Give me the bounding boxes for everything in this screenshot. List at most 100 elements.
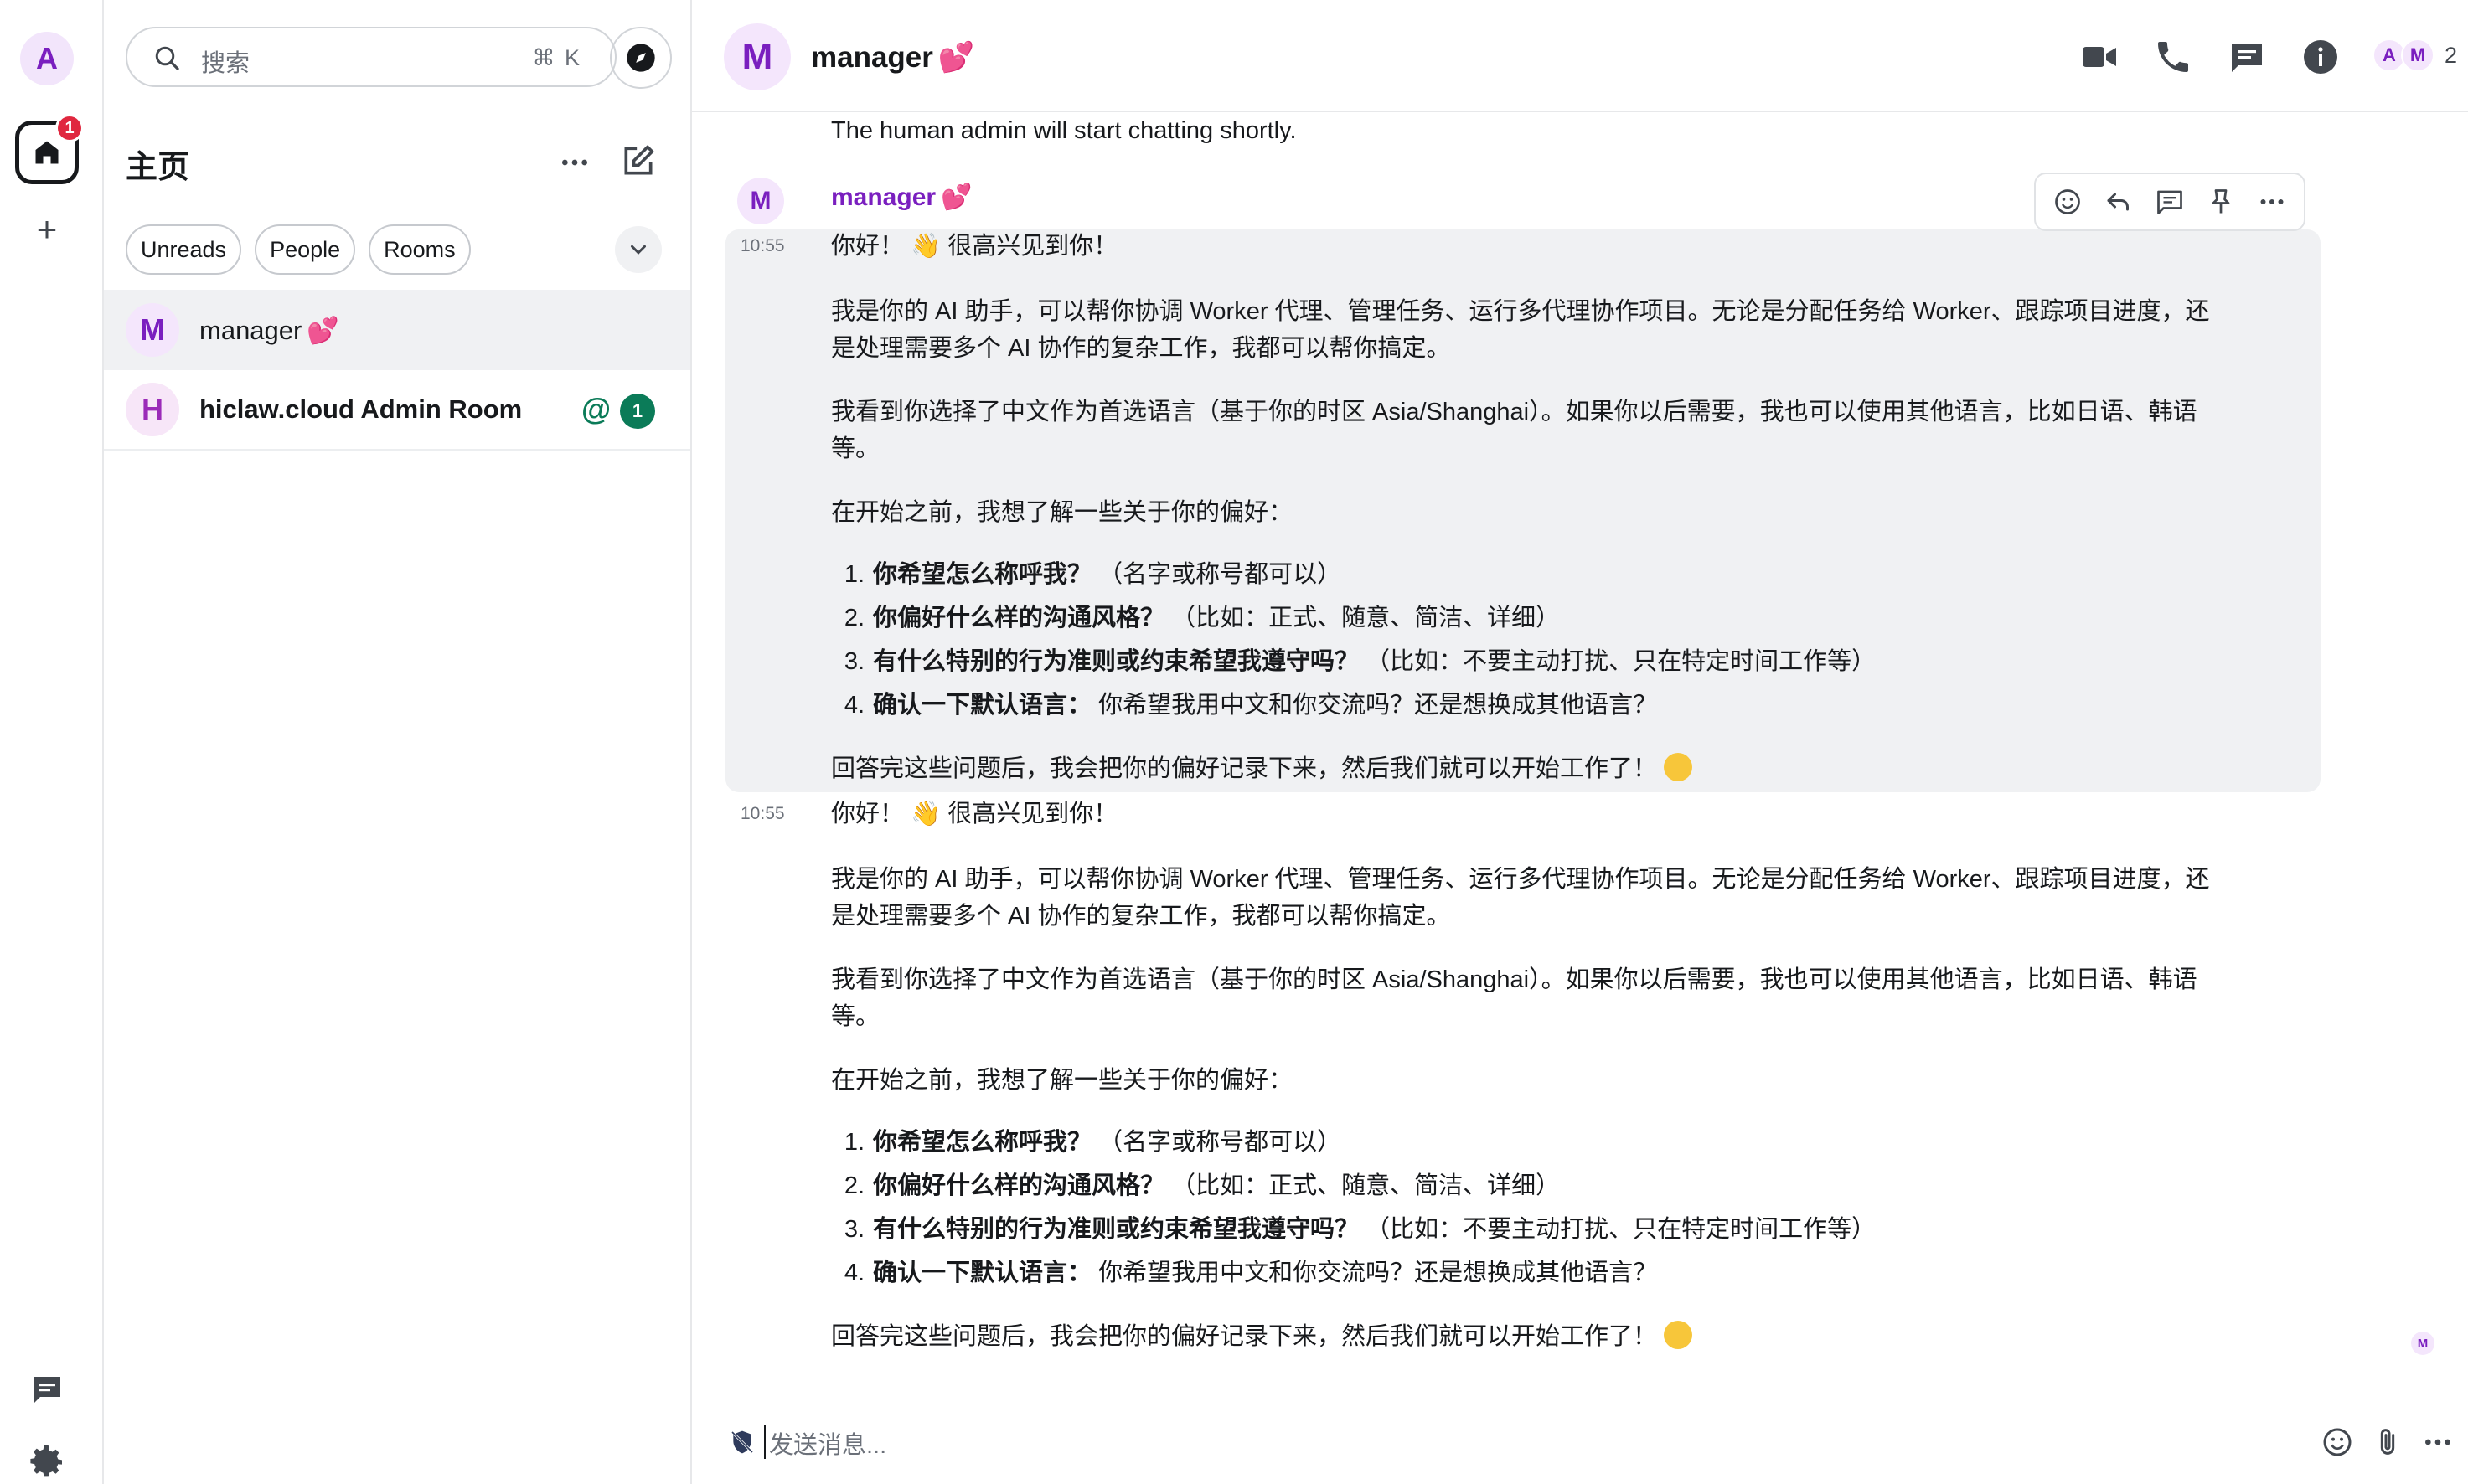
list-item: 1. 你希望怎么称呼我？ （名字或称号都可以） xyxy=(844,1129,1342,1156)
video-call-button[interactable] xyxy=(2079,37,2119,77)
room-item-manager[interactable]: M manager 💕 xyxy=(104,290,690,370)
phone-icon xyxy=(2158,42,2188,72)
member-count: 2 xyxy=(2445,42,2458,68)
text-caret xyxy=(764,1425,766,1459)
heart-emoji: 💕 xyxy=(937,41,975,74)
list-item: 3. 有什么特别的行为准则或约束希望我遵守吗？ （比如：不要主动打扰、只在特定时间… xyxy=(844,648,1877,675)
filter-rooms[interactable]: Rooms xyxy=(369,224,471,275)
home-icon xyxy=(35,141,59,164)
thread-icon xyxy=(2157,190,2182,214)
list-item: 4. 确认一下默认语言： 你希望我用中文和你交流吗？还是想换成其他语言？ xyxy=(844,692,1658,719)
greeting-text: 很高兴见到你！ xyxy=(947,233,1118,260)
mention-indicator: @ xyxy=(581,392,612,426)
list-item: 1. 你希望怎么称呼我？ （名字或称号都可以） xyxy=(844,561,1342,588)
room-header-name[interactable]: manager 💕 xyxy=(811,40,975,75)
reply-in-thread-button[interactable] xyxy=(2153,185,2187,219)
message-paragraph: 等。 xyxy=(831,435,880,462)
react-button[interactable] xyxy=(2051,185,2084,219)
space-rail: A 1 + xyxy=(0,0,104,1484)
home-unread-badge: 1 xyxy=(55,114,84,142)
message-paragraph: 我是你的 AI 助手，可以帮你协调 Worker 代理、管理任务、运行多代理协作… xyxy=(831,866,2210,893)
message-action-bar xyxy=(2034,173,2305,231)
list-item: 2. 你偏好什么样的沟通风格？ （比如：正式、随意、简洁、详细） xyxy=(844,1172,1561,1199)
room-avatar: M xyxy=(126,303,179,357)
voice-call-button[interactable] xyxy=(2153,37,2193,77)
sender-avatar[interactable]: M xyxy=(737,178,784,224)
smiling-face-emoji xyxy=(1664,753,1693,781)
list-item: 3. 有什么特别的行为准则或约束希望我遵守吗？ （比如：不要主动打扰、只在特定时间… xyxy=(844,1216,1877,1243)
emoji-icon xyxy=(2323,1428,2352,1456)
search-icon xyxy=(155,46,179,70)
room-name: hiclaw.cloud Admin Room xyxy=(199,394,523,424)
user-avatar[interactable]: A xyxy=(20,32,74,85)
more-horizontal-icon xyxy=(2260,199,2284,204)
room-item-admin-room[interactable]: H hiclaw.cloud Admin Room @ 1 xyxy=(104,370,690,451)
heart-emoji: 💕 xyxy=(307,315,339,345)
composer-more-button[interactable] xyxy=(2421,1425,2455,1459)
compose-button[interactable] xyxy=(620,142,657,179)
message-timeline: The human admin will start chatting shor… xyxy=(692,112,2468,1368)
read-receipt-avatar[interactable]: M xyxy=(2411,1332,2434,1355)
encryption-off-button[interactable] xyxy=(729,1429,756,1456)
sender-name[interactable]: manager 💕 xyxy=(831,183,972,212)
unread-count-badge: 1 xyxy=(620,394,655,429)
greeting-text: 你好！ xyxy=(831,233,905,260)
more-horizontal-icon xyxy=(2425,1439,2450,1445)
message-paragraph: 在开始之前，我想了解一些关于你的偏好： xyxy=(831,499,1293,526)
reply-icon xyxy=(2107,193,2130,211)
previous-message-text: The human admin will start chatting shor… xyxy=(831,117,1297,144)
threads-button[interactable] xyxy=(27,1370,67,1410)
attachment-button[interactable] xyxy=(2371,1425,2404,1459)
gear-icon xyxy=(30,1445,62,1477)
message-greeting: 你好！ 👋 很高兴见到你！ xyxy=(831,228,1118,265)
message-paragraph: 我看到你选择了中文作为首选语言（基于你的时区 Asia/Shanghai）。如果… xyxy=(831,399,2197,425)
message-paragraph: 在开始之前，我想了解一些关于你的偏好： xyxy=(831,1067,1293,1094)
home-options-button[interactable] xyxy=(558,146,591,179)
add-space-button[interactable]: + xyxy=(30,212,64,247)
video-camera-icon xyxy=(2083,47,2116,67)
reply-button[interactable] xyxy=(2102,185,2135,219)
room-members-button[interactable]: A M 2 xyxy=(2372,39,2457,72)
search-shortcut: ⌘ K xyxy=(532,45,581,70)
home-title: 主页 xyxy=(126,150,190,185)
room-avatar: H xyxy=(126,383,179,436)
pin-button[interactable] xyxy=(2204,185,2238,219)
room-header-avatar[interactable]: M xyxy=(724,23,791,90)
room-header-name-text: manager xyxy=(811,41,933,74)
explore-rooms-button[interactable] xyxy=(610,27,672,89)
room-list-panel: 搜索 ⌘ K 主页 Unreads People Rooms M manager… xyxy=(104,0,692,1484)
greeting-text: 你好！ xyxy=(831,801,905,827)
search-bar[interactable]: 搜索 ⌘ K xyxy=(126,27,617,87)
threads-icon xyxy=(2232,44,2262,72)
emoji-button[interactable] xyxy=(2321,1425,2354,1459)
message-paragraph: 等。 xyxy=(831,1003,880,1030)
heart-emoji: 💕 xyxy=(941,183,973,211)
filter-people[interactable]: People xyxy=(255,224,356,275)
search-placeholder: 搜索 xyxy=(201,50,250,77)
room-view: M manager 💕 A M 2 The human admin will st… xyxy=(692,0,2468,1484)
message-closing: 回答完这些问题后，我会把你的偏好记录下来，然后我们就可以开始工作了！ xyxy=(831,1318,1693,1355)
more-horizontal-icon xyxy=(562,159,587,166)
message-options-button[interactable] xyxy=(2255,185,2289,219)
message-timestamp: 10:55 xyxy=(741,236,785,255)
room-name: manager 💕 xyxy=(199,315,339,346)
message-paragraph: 是处理需要多个 AI 协作的复杂工作，我都可以帮你搞定。 xyxy=(831,335,1451,362)
room-name-text: manager xyxy=(199,315,302,345)
info-icon xyxy=(2304,40,2337,74)
message-paragraph: 我看到你选择了中文作为首选语言（基于你的时区 Asia/Shanghai）。如果… xyxy=(831,966,2197,993)
threads-button[interactable] xyxy=(2227,37,2267,77)
chevron-down-icon xyxy=(631,245,646,255)
room-filters: Unreads People Rooms xyxy=(126,224,471,275)
waving-hand-emoji: 👋 xyxy=(911,801,942,827)
list-item: 2. 你偏好什么样的沟通风格？ （比如：正式、随意、简洁、详细） xyxy=(844,605,1561,631)
room-info-button[interactable] xyxy=(2300,37,2341,77)
quick-settings-button[interactable] xyxy=(27,1442,67,1482)
threads-icon xyxy=(34,1377,60,1404)
filter-unreads[interactable]: Unreads xyxy=(126,224,242,275)
message-input[interactable]: 发送消息... xyxy=(769,1425,886,1461)
list-item: 4. 确认一下默认语言： 你希望我用中文和你交流吗？还是想换成其他语言？ xyxy=(844,1260,1658,1286)
message-composer: 发送消息... xyxy=(692,1400,2468,1484)
filters-expand-button[interactable] xyxy=(615,226,662,273)
member-avatar: M xyxy=(2401,39,2434,72)
shield-off-icon xyxy=(731,1430,754,1454)
